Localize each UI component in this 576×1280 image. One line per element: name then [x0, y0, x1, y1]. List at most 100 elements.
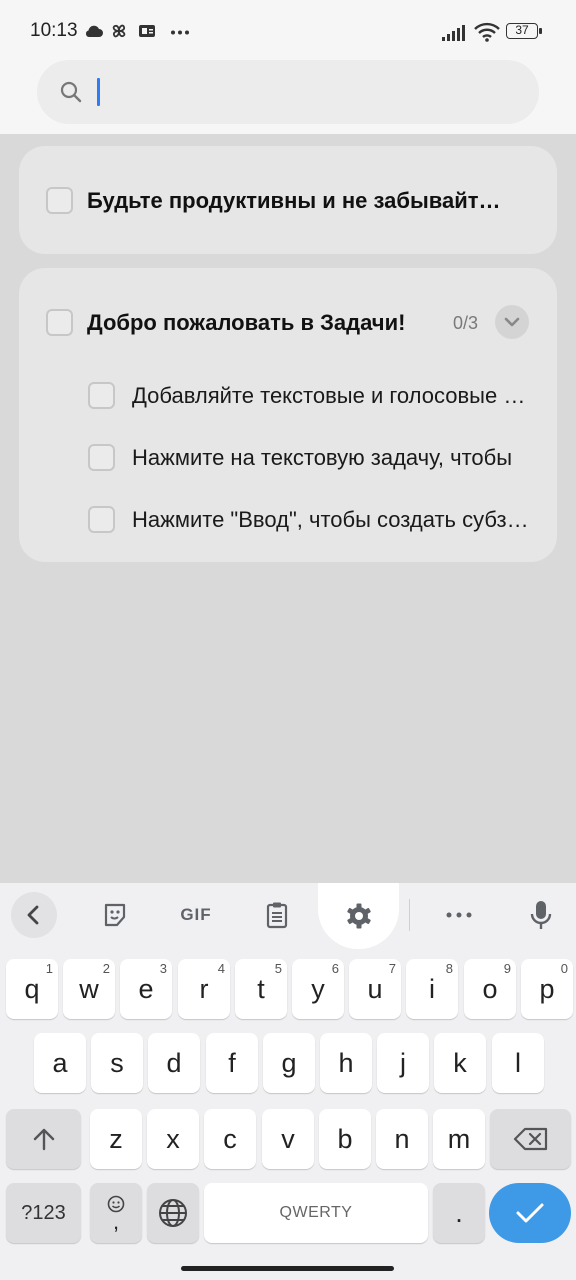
key-label: k	[453, 1047, 467, 1078]
key-k[interactable]: k	[434, 1033, 486, 1093]
key-y[interactable]: y6	[292, 959, 344, 1019]
key-label: z	[109, 1123, 123, 1154]
key-hint: 2	[102, 961, 110, 976]
more-options-button[interactable]	[435, 893, 483, 937]
status-time: 10:13	[30, 20, 78, 41]
task-checkbox[interactable]	[46, 309, 73, 336]
key-p[interactable]: p0	[521, 959, 573, 1019]
emoji-comma-key[interactable]: ,	[90, 1183, 142, 1243]
key-label: s	[110, 1047, 124, 1078]
home-indicator	[181, 1266, 394, 1271]
enter-button[interactable]	[489, 1183, 571, 1243]
backspace-key[interactable]	[490, 1109, 571, 1169]
key-label: r	[199, 973, 209, 1004]
wifi-icon	[474, 22, 500, 42]
key-label: y	[311, 973, 325, 1004]
key-u[interactable]: u7	[349, 959, 401, 1019]
task-checkbox[interactable]	[46, 187, 73, 214]
collapse-button[interactable]	[495, 305, 529, 339]
key-q[interactable]: q1	[6, 959, 58, 1019]
task-card[interactable]: Будьте продуктивны и не забывайт…	[19, 146, 557, 254]
chevron-left-icon	[27, 905, 39, 925]
key-label: i	[429, 973, 435, 1004]
key-m[interactable]: m	[433, 1109, 485, 1169]
key-label: a	[52, 1047, 68, 1078]
spacebar-label: QWERTY	[279, 1204, 353, 1221]
sticker-icon	[104, 903, 126, 927]
key-n[interactable]: n	[376, 1109, 428, 1169]
key-l[interactable]: l	[492, 1033, 544, 1093]
card-icon	[139, 25, 155, 37]
key-hint: 1	[45, 961, 53, 976]
key-label: x	[166, 1123, 180, 1154]
gif-button[interactable]: GIF	[172, 893, 220, 937]
key-hint: 4	[217, 961, 225, 976]
key-s[interactable]: s	[91, 1033, 143, 1093]
key-hint: 8	[445, 961, 453, 976]
symbols-key[interactable]: ?123	[6, 1183, 81, 1243]
toolbar-back-button[interactable]	[11, 892, 57, 938]
key-hint: 3	[159, 961, 167, 976]
key-hint: 7	[388, 961, 396, 976]
key-hint: 6	[331, 961, 339, 976]
key-hint: 9	[503, 961, 511, 976]
comma-label: ,	[112, 1209, 120, 1234]
signal-icon	[442, 25, 465, 41]
key-j[interactable]: j	[377, 1033, 429, 1093]
subtask-count: 0/3	[453, 313, 479, 333]
period-label: .	[455, 1197, 463, 1228]
task-title[interactable]: Будьте продуктивны и не забывайт…	[87, 188, 527, 214]
key-z[interactable]: z	[90, 1109, 142, 1169]
key-w[interactable]: w2	[63, 959, 115, 1019]
key-label: h	[338, 1047, 354, 1078]
subtask-checkbox[interactable]	[88, 382, 115, 409]
key-a[interactable]: a	[34, 1033, 86, 1093]
task-group-card[interactable]: Добро пожаловать в Задачи! 0/3 Добавляйт…	[19, 268, 557, 562]
key-label: e	[138, 973, 154, 1004]
globe-icon	[159, 1199, 187, 1227]
subtask-checkbox[interactable]	[88, 444, 115, 471]
key-g[interactable]: g	[263, 1033, 315, 1093]
key-hint: 5	[274, 961, 282, 976]
voice-input-button[interactable]	[517, 893, 565, 937]
key-b[interactable]: b	[319, 1109, 371, 1169]
sticker-button[interactable]	[91, 893, 139, 937]
key-label: c	[223, 1123, 237, 1154]
key-label: t	[257, 973, 265, 1004]
key-h[interactable]: h	[320, 1033, 372, 1093]
more-notifications-icon	[171, 30, 189, 35]
settings-button[interactable]	[318, 883, 399, 949]
language-key[interactable]	[147, 1183, 199, 1243]
top-bar: 10:13 37	[0, 0, 576, 134]
key-o[interactable]: o9	[464, 959, 516, 1019]
key-f[interactable]: f	[206, 1033, 258, 1093]
subtask-text[interactable]: Нажмите на текстовую задачу, чтобы	[132, 445, 522, 471]
period-key[interactable]: .	[433, 1183, 485, 1243]
clipboard-icon	[266, 902, 288, 929]
keyboard-toolbar: GIF	[0, 883, 576, 949]
toolbar-divider	[409, 899, 410, 931]
key-i[interactable]: i8	[406, 959, 458, 1019]
search-bar[interactable]	[37, 60, 539, 124]
key-label: q	[24, 973, 40, 1004]
key-label: d	[166, 1047, 182, 1078]
clipboard-button[interactable]	[253, 893, 301, 937]
key-r[interactable]: r4	[178, 959, 230, 1019]
key-label: g	[281, 1047, 297, 1078]
key-x[interactable]: x	[147, 1109, 199, 1169]
key-d[interactable]: d	[148, 1033, 200, 1093]
key-v[interactable]: v	[262, 1109, 314, 1169]
subtask-checkbox[interactable]	[88, 506, 115, 533]
task-title[interactable]: Добро пожаловать в Задачи!	[87, 310, 437, 336]
key-e[interactable]: e3	[120, 959, 172, 1019]
key-t[interactable]: t5	[235, 959, 287, 1019]
search-input[interactable]	[97, 70, 517, 114]
chevron-down-icon	[504, 317, 520, 327]
subtask-text[interactable]: Добавляйте текстовые и голосовые задачи	[132, 383, 532, 409]
battery-indicator: 37	[506, 23, 542, 39]
spacebar[interactable]: QWERTY	[204, 1183, 428, 1243]
key-c[interactable]: c	[204, 1109, 256, 1169]
shift-key[interactable]	[6, 1109, 81, 1169]
subtask-text[interactable]: Нажмите "Ввод", чтобы создать субзадачу	[132, 507, 532, 533]
key-label: j	[400, 1047, 406, 1078]
